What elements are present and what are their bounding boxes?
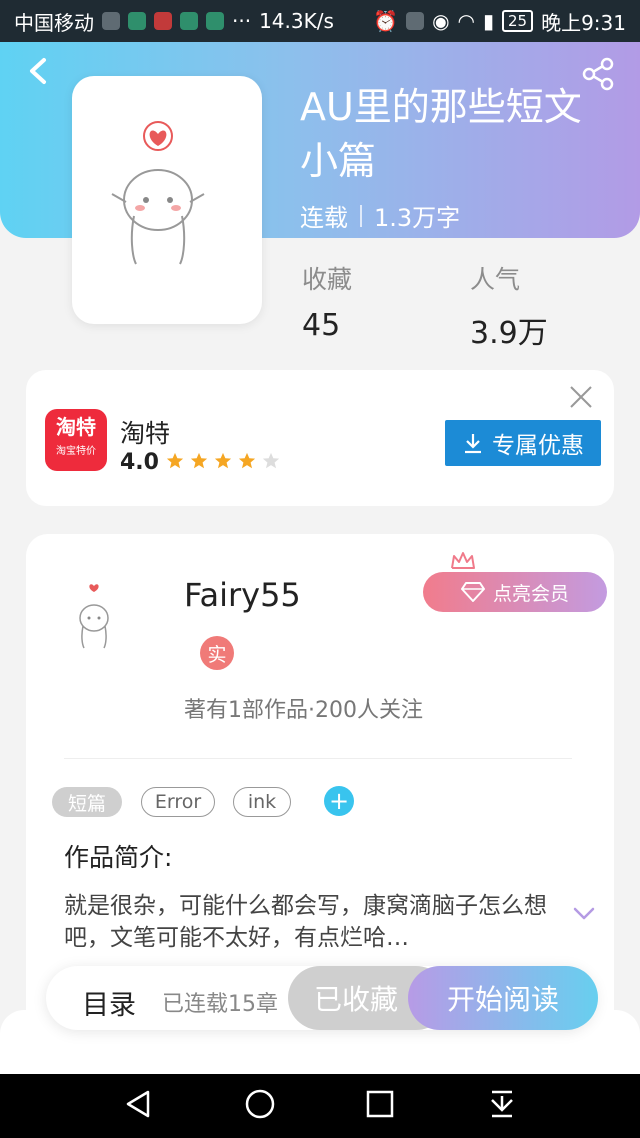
- status-bar: 中国移动 ··· 14.3K/s ⏰ ◉ ◠ ▮ 25 晚上9:31: [0, 0, 640, 42]
- close-icon[interactable]: [568, 384, 594, 410]
- rating-stars: [166, 452, 280, 470]
- ad-offer-button[interactable]: 专属优惠: [445, 420, 601, 466]
- meta-divider: [360, 204, 362, 227]
- divider: [64, 758, 572, 759]
- author-info: 著有1部作品·200人关注: [184, 698, 423, 723]
- eye-icon: ◉: [432, 9, 450, 33]
- stat-label-favorites: 收藏: [302, 265, 353, 294]
- start-reading-button[interactable]: 开始阅读: [408, 966, 598, 1030]
- wechat-icon: [180, 12, 198, 30]
- wifi-icon: ◠: [457, 9, 475, 33]
- diamond-icon: [460, 582, 485, 602]
- vip-button[interactable]: 点亮会员: [423, 572, 607, 612]
- app-icon[interactable]: 淘特 淘宝特价: [45, 409, 107, 471]
- book-cover: [72, 76, 262, 324]
- nav-notification-icon[interactable]: [486, 1088, 518, 1120]
- book-word-count: 1.3万字: [374, 204, 461, 232]
- status-bar-left: 中国移动 ··· 14.3K/s: [14, 7, 334, 36]
- book-meta: 连载 1.3万字: [300, 198, 460, 233]
- intro-text: 就是很杂，可能什么都会写，康窝滴脑子怎么想吧，文笔可能不太好，有点烂哈…: [64, 893, 547, 951]
- nav-home-icon[interactable]: [244, 1088, 276, 1120]
- clock: 晚上9:31: [541, 10, 626, 35]
- star-icon: [190, 452, 208, 469]
- nav-back-icon[interactable]: [122, 1088, 154, 1120]
- alarm-icon: ⏰: [373, 9, 399, 33]
- verified-badge: 实: [200, 636, 234, 670]
- download-icon: [465, 434, 481, 454]
- tag-item[interactable]: 短篇: [52, 787, 122, 817]
- add-tag-button[interactable]: +: [324, 786, 354, 816]
- app-icon-text: 淘特: [56, 415, 96, 439]
- app-icon-subtext: 淘宝特价: [56, 446, 96, 457]
- intro-title: 作品简介:: [64, 843, 173, 872]
- status-bar-right: ⏰ ◉ ◠ ▮ 25 晚上9:31: [373, 7, 626, 36]
- book-title: AU里的那些短文小篇: [300, 85, 582, 183]
- tag-item[interactable]: ink: [233, 787, 291, 817]
- system-nav-bar: [0, 1074, 640, 1138]
- app-notification-icon: [154, 12, 172, 30]
- app-rating: 4.0: [120, 450, 159, 475]
- app-name: 淘特: [120, 419, 171, 448]
- back-icon[interactable]: [22, 54, 56, 88]
- chevron-down-icon[interactable]: [572, 906, 596, 922]
- signal-icon: ▮: [482, 9, 494, 33]
- network-speed: 14.3K/s: [259, 9, 334, 33]
- stat-value-favorites: 45: [302, 308, 341, 343]
- hd-icon: [406, 12, 425, 30]
- nav-recents-icon[interactable]: [364, 1088, 396, 1120]
- app-notification-icon: [206, 12, 224, 30]
- ad-offer-label: 专属优惠: [492, 433, 584, 459]
- toc-count[interactable]: 已连载15章: [162, 986, 278, 1018]
- book-status: 连载: [300, 204, 348, 232]
- tag-item[interactable]: Error: [141, 787, 215, 817]
- carrier-label: 中国移动: [14, 10, 94, 35]
- author-name[interactable]: Fairy55: [184, 576, 301, 614]
- star-empty-icon: [262, 452, 280, 469]
- star-icon: [166, 452, 184, 469]
- vip-label: 点亮会员: [492, 582, 569, 605]
- avatar[interactable]: [64, 576, 124, 652]
- cover-illustration: [111, 121, 205, 265]
- crown-icon: [451, 552, 475, 569]
- star-icon: [238, 452, 256, 469]
- toc-button[interactable]: 目录: [82, 983, 136, 1022]
- battery-icon: 25: [501, 10, 534, 32]
- app-notification-icon: [128, 12, 146, 30]
- star-icon: [214, 452, 232, 469]
- nfc-icon: [102, 12, 120, 30]
- more-dots-icon: ···: [232, 9, 252, 33]
- stat-label-popularity: 人气: [470, 265, 521, 294]
- stat-value-popularity: 3.9万: [470, 316, 548, 351]
